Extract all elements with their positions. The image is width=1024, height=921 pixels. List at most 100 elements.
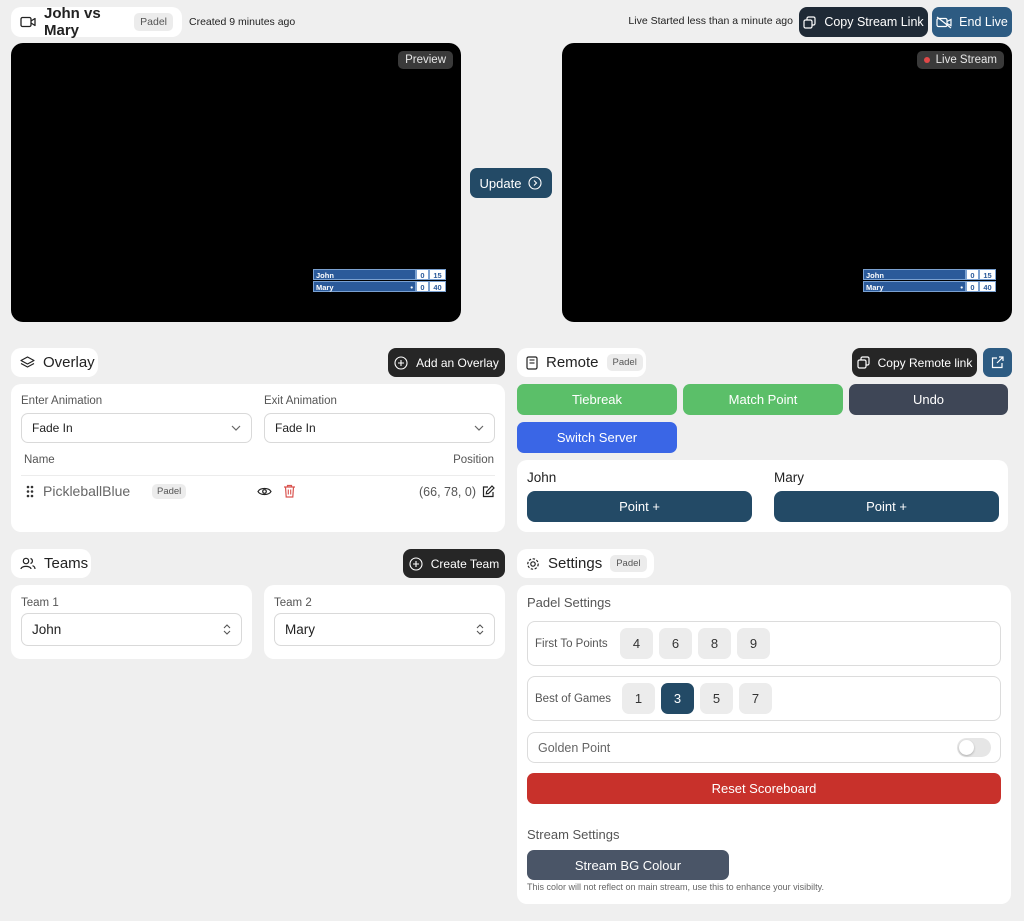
- copy-stream-link-label: Copy Stream Link: [824, 15, 924, 29]
- edit-icon[interactable]: [482, 485, 495, 498]
- live-dot-icon: [923, 57, 930, 63]
- enter-animation-value: Fade In: [32, 421, 73, 435]
- golden-point-toggle[interactable]: [957, 738, 991, 757]
- update-button[interactable]: Update: [470, 168, 552, 198]
- divider: [21, 475, 495, 476]
- team1-label: Team 1: [21, 597, 59, 609]
- team2-card: Team 2 Mary: [264, 585, 505, 659]
- live-status: Live Started less than a minute ago: [628, 15, 793, 27]
- golden-point-row: Golden Point: [527, 732, 1001, 763]
- preview-scoreboard: John 0 15 Mary • 0 40: [313, 269, 446, 293]
- first-to-option[interactable]: 8: [698, 628, 731, 659]
- team2-label: Team 2: [274, 597, 312, 609]
- best-of-option[interactable]: 1: [622, 683, 655, 714]
- overlay-card: Enter Animation Fade In Exit Animation F…: [11, 384, 505, 532]
- page-title: John vs Mary: [44, 5, 101, 39]
- create-team-button[interactable]: Create Team: [403, 549, 505, 578]
- first-to-points-group: First To Points 4 6 8 9: [527, 621, 1001, 666]
- eye-icon[interactable]: [257, 486, 272, 497]
- overlay-badge: Padel: [152, 484, 187, 499]
- chevron-up-down-icon: [223, 624, 231, 635]
- video-off-icon: [936, 16, 952, 29]
- team2-value: Mary: [285, 622, 315, 637]
- overlay-name: PickleballBlue: [43, 483, 131, 499]
- gear-icon: [526, 557, 540, 571]
- tiebreak-button[interactable]: Tiebreak: [517, 384, 677, 415]
- chevron-up-down-icon: [476, 624, 484, 635]
- first-to-option[interactable]: 4: [620, 628, 653, 659]
- add-overlay-button[interactable]: Add an Overlay: [388, 348, 505, 377]
- team1-value: John: [32, 622, 62, 637]
- overlay-header: Overlay: [11, 348, 98, 377]
- column-position: Position: [453, 454, 494, 466]
- remote-title: Remote: [546, 354, 599, 371]
- first-to-option[interactable]: 6: [659, 628, 692, 659]
- best-of-option[interactable]: 7: [739, 683, 772, 714]
- scoreboard-row: Mary • 0 40: [313, 281, 446, 292]
- plus-circle-icon: [409, 556, 423, 571]
- end-live-button[interactable]: End Live: [932, 7, 1012, 37]
- add-overlay-label: Add an Overlay: [416, 355, 499, 370]
- live-scoreboard: John 0 15 Mary • 0 40: [863, 269, 996, 293]
- arrow-circle-icon: [528, 176, 543, 190]
- copy-icon: [857, 356, 870, 369]
- remote-header: Remote Padel: [517, 348, 646, 377]
- team2-select[interactable]: Mary: [274, 613, 495, 646]
- overlay-title: Overlay: [43, 354, 95, 371]
- update-label: Update: [479, 175, 522, 191]
- sport-badge: Padel: [134, 13, 173, 31]
- preview-label: Preview: [398, 51, 453, 69]
- exit-animation-value: Fade In: [275, 421, 316, 435]
- stream-settings-heading: Stream Settings: [527, 827, 620, 842]
- player1-point-button[interactable]: Point +: [527, 491, 752, 522]
- scoreboard-row: John 0 15: [863, 269, 996, 280]
- end-live-label: End Live: [959, 15, 1008, 29]
- preview-video: Preview John 0 15 Mary • 0 40: [11, 43, 461, 322]
- exit-animation-label: Exit Animation: [264, 395, 337, 407]
- team1-select[interactable]: John: [21, 613, 242, 646]
- undo-button[interactable]: Undo: [849, 384, 1008, 415]
- best-of-games-group: Best of Games 1 3 5 7: [527, 676, 1001, 721]
- remote-icon: [526, 355, 538, 370]
- column-name: Name: [24, 454, 55, 466]
- copy-stream-link-button[interactable]: Copy Stream Link: [799, 7, 928, 37]
- overlay-position: (66, 78, 0): [419, 485, 476, 499]
- open-remote-button[interactable]: [983, 348, 1012, 377]
- match-title-bar: John vs Mary Padel: [11, 5, 182, 39]
- chevron-down-icon: [474, 425, 484, 431]
- best-of-option-selected[interactable]: 3: [661, 683, 694, 714]
- drag-handle-icon[interactable]: [26, 485, 34, 498]
- copy-remote-link-button[interactable]: Copy Remote link: [852, 348, 977, 377]
- player2-name: Mary: [774, 470, 804, 485]
- bg-colour-note: This color will not reflect on main stre…: [527, 882, 824, 892]
- exit-animation-select[interactable]: Fade In: [264, 413, 495, 443]
- remote-badge: Padel: [606, 354, 643, 371]
- first-to-points-label: First To Points: [535, 637, 608, 650]
- settings-title: Settings: [548, 555, 603, 572]
- trash-icon[interactable]: [283, 484, 296, 498]
- best-of-games-label: Best of Games: [535, 692, 612, 705]
- player2-point-button[interactable]: Point +: [774, 491, 999, 522]
- remote-points-card: John Point + Mary Point +: [517, 460, 1008, 532]
- reset-scoreboard-button[interactable]: Reset Scoreboard: [527, 773, 1001, 804]
- external-link-icon: [991, 356, 1004, 369]
- video-camera-icon: [20, 16, 36, 28]
- live-stream-label: Live Stream: [916, 51, 1004, 69]
- settings-header: Settings Padel: [517, 549, 654, 578]
- copy-remote-link-label: Copy Remote link: [877, 355, 973, 370]
- player1-name: John: [527, 470, 557, 485]
- overlay-row: PickleballBlue Padel (66, 78, 0): [21, 480, 495, 504]
- enter-animation-select[interactable]: Fade In: [21, 413, 252, 443]
- scoreboard-row: John 0 15: [313, 269, 446, 280]
- users-icon: [20, 557, 36, 570]
- best-of-option[interactable]: 5: [700, 683, 733, 714]
- first-to-option[interactable]: 9: [737, 628, 770, 659]
- scoreboard-row: Mary • 0 40: [863, 281, 996, 292]
- golden-point-label: Golden Point: [538, 740, 611, 755]
- switch-server-button[interactable]: Switch Server: [517, 422, 677, 453]
- settings-card: Padel Settings First To Points 4 6 8 9 B…: [517, 585, 1011, 904]
- match-point-button[interactable]: Match Point: [683, 384, 843, 415]
- stream-bg-colour-button[interactable]: Stream BG Colour: [527, 850, 729, 880]
- create-team-label: Create Team: [430, 556, 500, 571]
- created-time: Created 9 minutes ago: [189, 16, 296, 28]
